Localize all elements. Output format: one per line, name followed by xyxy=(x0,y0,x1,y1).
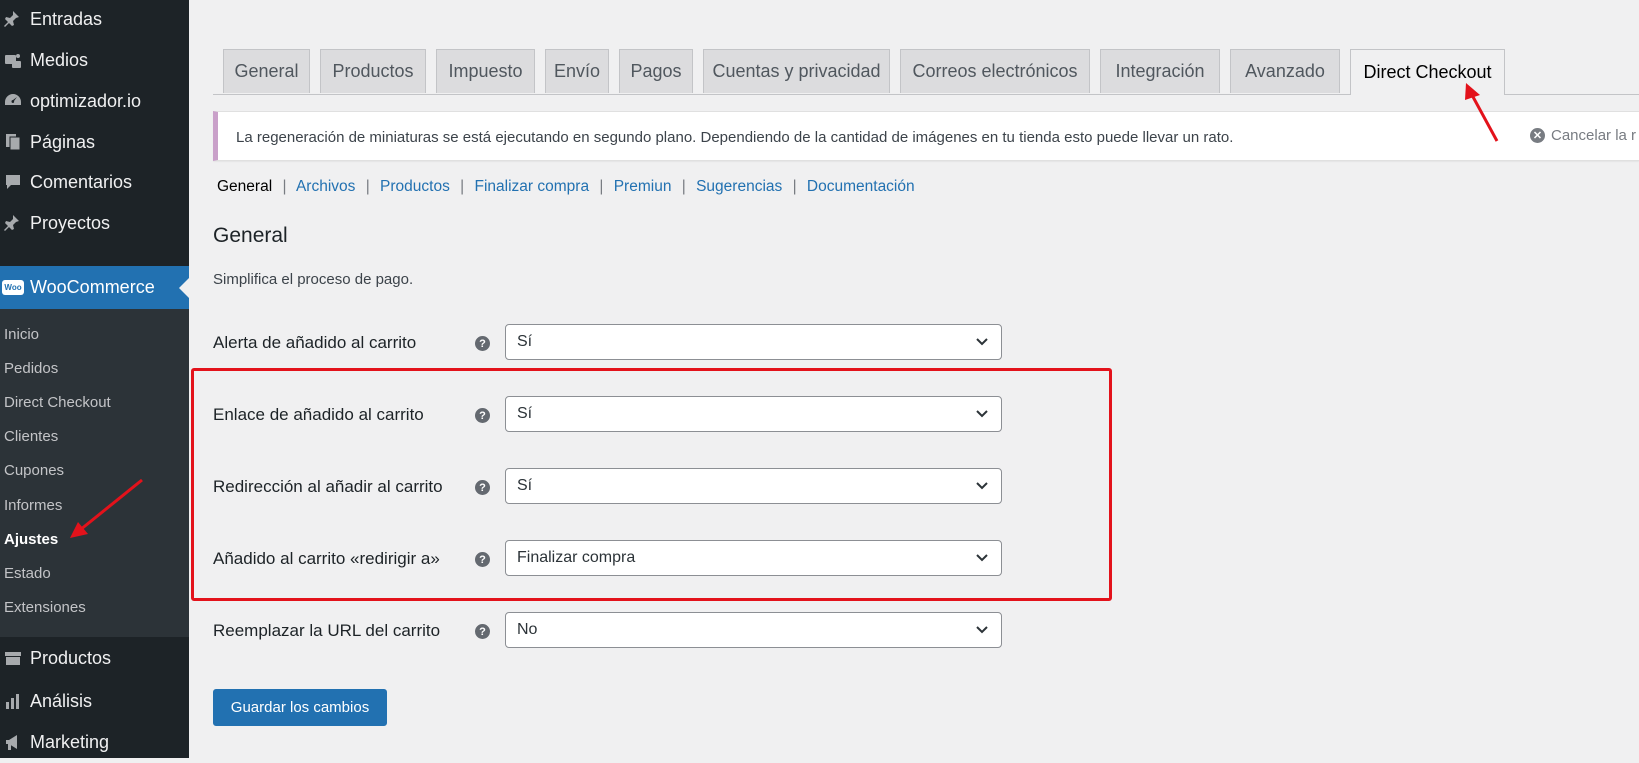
subnav-documentacion[interactable]: Documentación xyxy=(807,178,915,195)
subnav-premiun[interactable]: Premiun xyxy=(614,178,672,195)
chevron-down-icon xyxy=(976,554,988,562)
pin-icon xyxy=(0,0,30,40)
help-tip-icon[interactable]: ? xyxy=(475,408,490,423)
chevron-down-icon xyxy=(976,482,988,490)
menu-label: Entradas xyxy=(30,8,103,29)
field-label-reemplazar-url: Reemplazar la URL del carrito xyxy=(213,621,441,640)
bar-chart-icon xyxy=(0,680,30,722)
submenu-cupones[interactable]: Cupones xyxy=(4,462,64,479)
tab-correos-electronicos[interactable]: Correos electrónicos xyxy=(900,49,1090,93)
menu-proyectos[interactable]: Proyectos xyxy=(0,202,189,244)
select-value: Finalizar compra xyxy=(517,549,636,566)
comment-icon xyxy=(0,161,30,203)
menu-label: Comentarios xyxy=(30,171,133,192)
tab-integracion[interactable]: Integración xyxy=(1100,49,1220,93)
woocommerce-submenu: Inicio Pedidos Direct Checkout Clientes … xyxy=(0,309,189,637)
tab-envio[interactable]: Envío xyxy=(545,49,609,93)
regeneration-notice: La regeneración de miniaturas se está ej… xyxy=(213,111,1639,161)
subnav-sugerencias[interactable]: Sugerencias xyxy=(696,178,782,195)
field-label-alerta: Alerta de añadido al carrito xyxy=(213,333,417,352)
admin-sidebar: Entradas Medios optimizador.io Páginas C… xyxy=(0,0,189,758)
tab-pagos[interactable]: Pagos xyxy=(619,49,693,93)
subnav-archivos[interactable]: Archivos xyxy=(296,178,355,195)
submenu-direct-checkout[interactable]: Direct Checkout xyxy=(4,394,111,411)
submenu-extensiones[interactable]: Extensiones xyxy=(4,599,86,616)
menu-analisis[interactable]: Análisis xyxy=(0,680,189,722)
help-tip-icon[interactable]: ? xyxy=(475,336,490,351)
tab-cuentas-privacidad[interactable]: Cuentas y privacidad xyxy=(703,49,890,93)
chevron-down-icon xyxy=(976,626,988,634)
field-label-redireccion: Redirección al añadir al carrito xyxy=(213,477,443,496)
submenu-ajustes[interactable]: Ajustes xyxy=(4,531,58,548)
menu-optimizador[interactable]: optimizador.io xyxy=(0,80,189,122)
select-reemplazar-url[interactable]: No xyxy=(505,612,1002,648)
cancel-regeneration-link[interactable]: ✕ Cancelar la r xyxy=(1530,127,1636,144)
field-label-enlace: Enlace de añadido al carrito xyxy=(213,405,424,424)
menu-paginas[interactable]: Páginas xyxy=(0,121,189,163)
media-icon xyxy=(0,39,30,81)
subnav-productos[interactable]: Productos xyxy=(380,178,450,195)
section-title: General xyxy=(213,224,288,247)
archive-icon xyxy=(0,637,30,679)
megaphone-icon xyxy=(0,721,30,763)
submenu-estado[interactable]: Estado xyxy=(4,565,51,582)
submenu-informes[interactable]: Informes xyxy=(4,497,62,514)
select-redirigir-a[interactable]: Finalizar compra xyxy=(505,540,1002,576)
select-value: Sí xyxy=(517,477,533,494)
menu-label: Análisis xyxy=(30,690,93,711)
menu-label: optimizador.io xyxy=(30,90,142,111)
menu-label: Páginas xyxy=(30,131,96,152)
tab-impuesto[interactable]: Impuesto xyxy=(436,49,535,93)
pages-icon xyxy=(0,121,30,163)
menu-comentarios[interactable]: Comentarios xyxy=(0,161,189,203)
tab-direct-checkout[interactable]: Direct Checkout xyxy=(1350,49,1505,95)
help-tip-icon[interactable]: ? xyxy=(475,624,490,639)
cancel-label: Cancelar la r xyxy=(1551,127,1637,144)
help-tip-icon[interactable]: ? xyxy=(475,480,490,495)
select-enlace-anadido[interactable]: Sí xyxy=(505,396,1002,432)
gauge-icon xyxy=(0,80,30,122)
chevron-down-icon xyxy=(976,338,988,346)
notice-message: La regeneración de miniaturas se está ej… xyxy=(236,129,1234,146)
tab-general[interactable]: General xyxy=(223,49,310,93)
menu-medios[interactable]: Medios xyxy=(0,39,189,81)
menu-label: Medios xyxy=(30,49,89,70)
menu-label: Marketing xyxy=(30,731,110,752)
menu-productos[interactable]: Productos xyxy=(0,637,189,679)
submenu-pedidos[interactable]: Pedidos xyxy=(4,360,58,377)
select-value: No xyxy=(517,621,538,638)
active-menu-arrow xyxy=(179,278,189,298)
subnav-finalizar-compra[interactable]: Finalizar compra xyxy=(475,178,590,195)
section-description: Simplifica el proceso de pago. xyxy=(213,271,414,288)
tab-productos[interactable]: Productos xyxy=(320,49,426,93)
subnav-current-general: General xyxy=(217,178,273,195)
save-changes-button[interactable]: Guardar los cambios xyxy=(213,689,387,726)
menu-label: WooCommerce xyxy=(30,277,155,297)
settings-tabs: General Productos Impuesto Envío Pagos C… xyxy=(213,0,1639,95)
woo-logo-text: Woo xyxy=(2,280,24,295)
submenu-clientes[interactable]: Clientes xyxy=(4,428,58,445)
menu-marketing[interactable]: Marketing xyxy=(0,721,189,763)
section-subnav: General | Archivos | Productos | Finaliz… xyxy=(217,178,915,195)
menu-label: Proyectos xyxy=(30,212,111,233)
submenu-inicio[interactable]: Inicio xyxy=(4,326,39,343)
tab-avanzado[interactable]: Avanzado xyxy=(1230,49,1340,93)
close-circle-icon: ✕ xyxy=(1530,128,1545,143)
field-label-redirigir-a: Añadido al carrito «redirigir a» xyxy=(213,549,440,568)
select-value: Sí xyxy=(517,333,533,350)
menu-entradas[interactable]: Entradas xyxy=(0,0,189,40)
menu-woocommerce[interactable]: Woo WooCommerce xyxy=(0,266,189,309)
select-value: Sí xyxy=(517,405,533,422)
help-tip-icon[interactable]: ? xyxy=(475,552,490,567)
select-alerta-anadido[interactable]: Sí xyxy=(505,324,1002,360)
woocommerce-icon: Woo xyxy=(0,267,30,309)
pin-icon xyxy=(0,202,30,244)
select-redireccion[interactable]: Sí xyxy=(505,468,1002,504)
chevron-down-icon xyxy=(976,410,988,418)
menu-label: Productos xyxy=(30,647,112,668)
